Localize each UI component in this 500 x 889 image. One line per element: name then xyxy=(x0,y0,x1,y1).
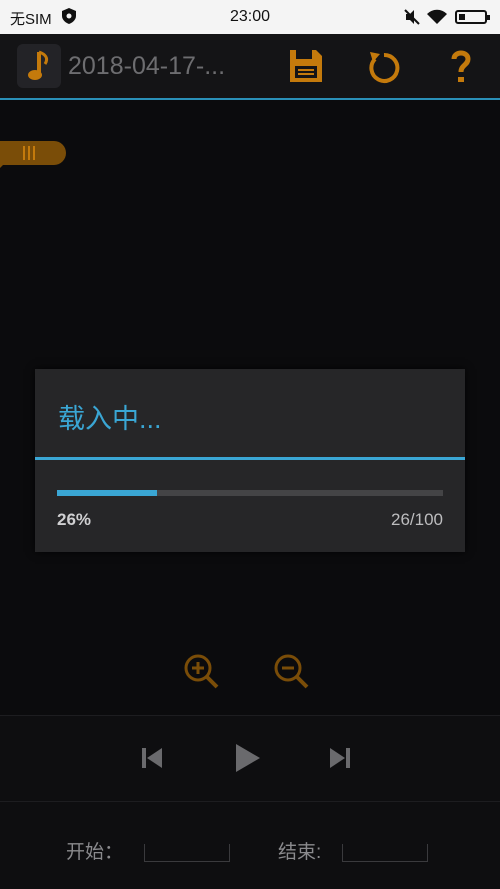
app-bar-divider xyxy=(0,98,500,100)
progress-count: 26/100 xyxy=(391,510,443,529)
zoom-in-button[interactable] xyxy=(182,652,220,690)
play-button[interactable] xyxy=(226,738,266,778)
status-bar: 无SIM 23:00 xyxy=(0,0,500,34)
wifi-icon xyxy=(427,9,447,24)
drawer-handle[interactable] xyxy=(0,141,66,165)
start-field[interactable] xyxy=(144,844,230,862)
end-label: 结束: xyxy=(278,842,322,863)
play-icon xyxy=(236,744,260,772)
help-icon xyxy=(451,50,471,82)
skip-previous-button[interactable] xyxy=(132,738,172,778)
zoom-in-icon xyxy=(184,654,219,689)
battery-icon xyxy=(455,10,490,24)
music-note-icon[interactable] xyxy=(17,44,61,88)
progress-bar xyxy=(57,490,443,496)
save-icon xyxy=(290,50,322,82)
skip-next-button[interactable] xyxy=(320,738,360,778)
end-field[interactable] xyxy=(342,844,428,862)
loading-dialog: 载入中... 26% 26/100 xyxy=(35,369,465,552)
clock: 23:00 xyxy=(229,8,271,25)
drag-handle-icon xyxy=(23,146,35,160)
page-title: 2018-04-17-... xyxy=(68,52,226,80)
zoom-out-icon xyxy=(274,654,309,689)
drawer-handle-tail xyxy=(0,160,8,168)
app-bar: 2018-04-17-... xyxy=(0,34,500,100)
range-bar: 开始： 结束: xyxy=(0,802,500,889)
progress-percent: 26% xyxy=(57,510,92,529)
zoom-out-button[interactable] xyxy=(272,652,310,690)
help-button[interactable] xyxy=(441,46,481,86)
undo-button[interactable] xyxy=(364,46,404,86)
save-button[interactable] xyxy=(286,46,326,86)
mute-icon xyxy=(404,9,420,25)
dialog-title: 载入中... xyxy=(58,404,162,434)
undo-icon xyxy=(369,52,400,83)
start-label: 开始： xyxy=(66,842,124,863)
skip-previous-icon xyxy=(142,748,162,768)
dialog-divider xyxy=(35,457,465,460)
progress-fill xyxy=(57,490,158,496)
skip-next-icon xyxy=(330,748,350,768)
player-controls xyxy=(0,716,500,801)
